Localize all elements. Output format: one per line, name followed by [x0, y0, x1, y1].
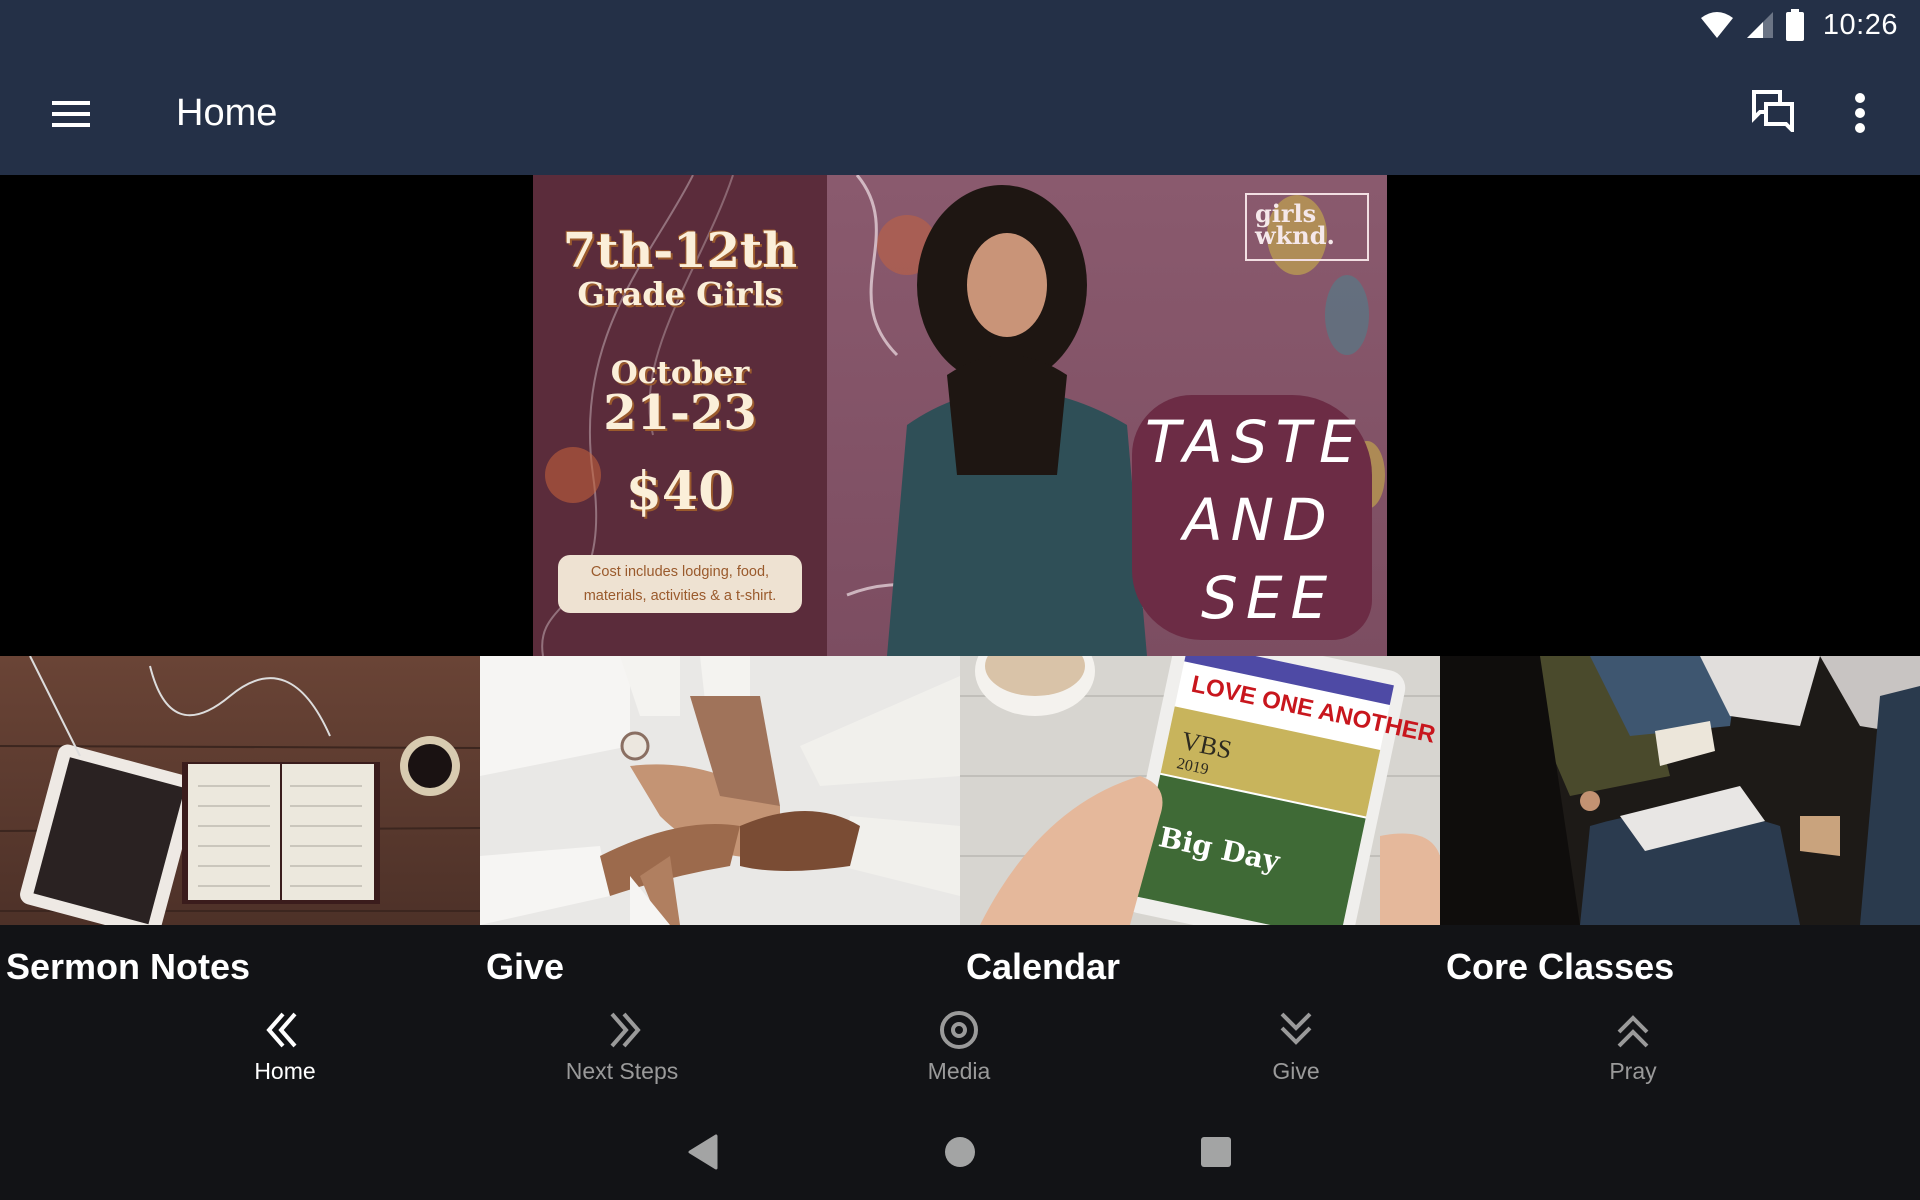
status-icons: 10:26 [1699, 8, 1898, 42]
target-circle-icon [940, 1011, 978, 1049]
home-circle-icon [945, 1137, 975, 1167]
recents-square-icon [1201, 1137, 1231, 1167]
tagline-line: TASTE [1145, 408, 1364, 476]
double-chevron-down-icon [1280, 1012, 1312, 1045]
double-chevron-up-icon [1617, 1015, 1649, 1048]
tile-give[interactable]: Give [480, 656, 960, 1000]
logo-line2: wknd. [1255, 221, 1335, 250]
hero-carousel: 7th-12th Grade Girls October 21-23 $40 C… [0, 175, 1920, 656]
photo-calendar: LOVE ONE ANOTHER VBS 2019 Big Day [960, 656, 1440, 925]
hero-info-panel: 7th-12th Grade Girls October 21-23 $40 C… [533, 175, 827, 656]
tile-calendar[interactable]: LOVE ONE ANOTHER VBS 2019 Big Day Calend… [960, 656, 1440, 1000]
feature-tiles: Sermon Notes Give LOVE ONE ANOTHER VBS 2… [0, 656, 1920, 1000]
system-back-button[interactable] [680, 1130, 724, 1174]
stacked-hands-photo [480, 656, 960, 925]
hero-grade-line1: 7th-12th [562, 223, 798, 279]
hero-grade-line2: Grade Girls [577, 275, 783, 313]
system-recents-button[interactable] [1194, 1130, 1238, 1174]
hamburger-menu-icon [52, 101, 90, 127]
tile-title: Give [486, 946, 565, 987]
class-notebook-photo [1440, 656, 1920, 925]
more-vertical-icon [1855, 93, 1865, 133]
hero-banner[interactable]: 7th-12th Grade Girls October 21-23 $40 C… [533, 175, 1387, 656]
tile-title: Calendar [966, 946, 1121, 987]
double-chevron-right-icon [610, 1012, 641, 1048]
girls-wknd-logo: girls wknd. [1245, 193, 1369, 261]
tagline-line: AND [1183, 486, 1335, 554]
status-time: 10:26 [1822, 8, 1898, 41]
menu-button[interactable] [48, 90, 96, 138]
tile-core-classes[interactable]: Core Classes [1440, 656, 1920, 1000]
tile-title: Core Classes [1446, 946, 1675, 987]
photo-give [480, 656, 960, 925]
tablet-events-photo: LOVE ONE ANOTHER VBS 2019 Big Day [960, 656, 1440, 925]
system-home-button[interactable] [938, 1130, 982, 1174]
hero-dates: 21-23 [603, 385, 757, 441]
bible-tablet-coffee-photo [0, 656, 480, 925]
app-bar: Home [0, 50, 1920, 175]
more-options-button[interactable] [1840, 88, 1880, 140]
nav-give[interactable]: Give [1196, 1008, 1396, 1098]
chat-bubbles-icon [1752, 90, 1794, 135]
nav-next-steps[interactable]: Next Steps [522, 1008, 722, 1098]
cell-signal-icon [1746, 12, 1773, 38]
nav-label: Pray [1609, 1058, 1657, 1084]
system-navigation-bar [0, 1100, 1920, 1200]
photo-core-classes [1440, 656, 1920, 925]
nav-label: Media [927, 1058, 991, 1084]
hero-cost-note: Cost includes lodging, food, materials, … [558, 555, 802, 613]
hero-tagline: TASTE AND SEE [1145, 403, 1365, 637]
tile-sermon-notes[interactable]: Sermon Notes [0, 656, 480, 1000]
nav-home[interactable]: Home [185, 1008, 385, 1098]
page-title: Home [176, 92, 278, 134]
status-bar: 10:26 [0, 0, 1920, 50]
chat-button[interactable] [1752, 90, 1800, 138]
tile-title: Sermon Notes [6, 946, 251, 987]
wifi-icon [1700, 12, 1733, 38]
nav-label: Next Steps [565, 1058, 679, 1084]
tagline-line: SEE [1201, 564, 1336, 632]
nav-label: Give [1272, 1058, 1320, 1084]
back-triangle-icon [688, 1134, 718, 1170]
nav-media[interactable]: Media [859, 1008, 1059, 1098]
hero-price: $40 [625, 461, 735, 522]
photo-sermon-notes [0, 656, 480, 925]
battery-icon [1785, 9, 1804, 41]
nav-pray[interactable]: Pray [1533, 1008, 1733, 1098]
bottom-navigation: Home Next Steps Media Give Pray [0, 1000, 1920, 1100]
double-chevron-left-icon [266, 1012, 297, 1048]
nav-label: Home [254, 1058, 316, 1084]
